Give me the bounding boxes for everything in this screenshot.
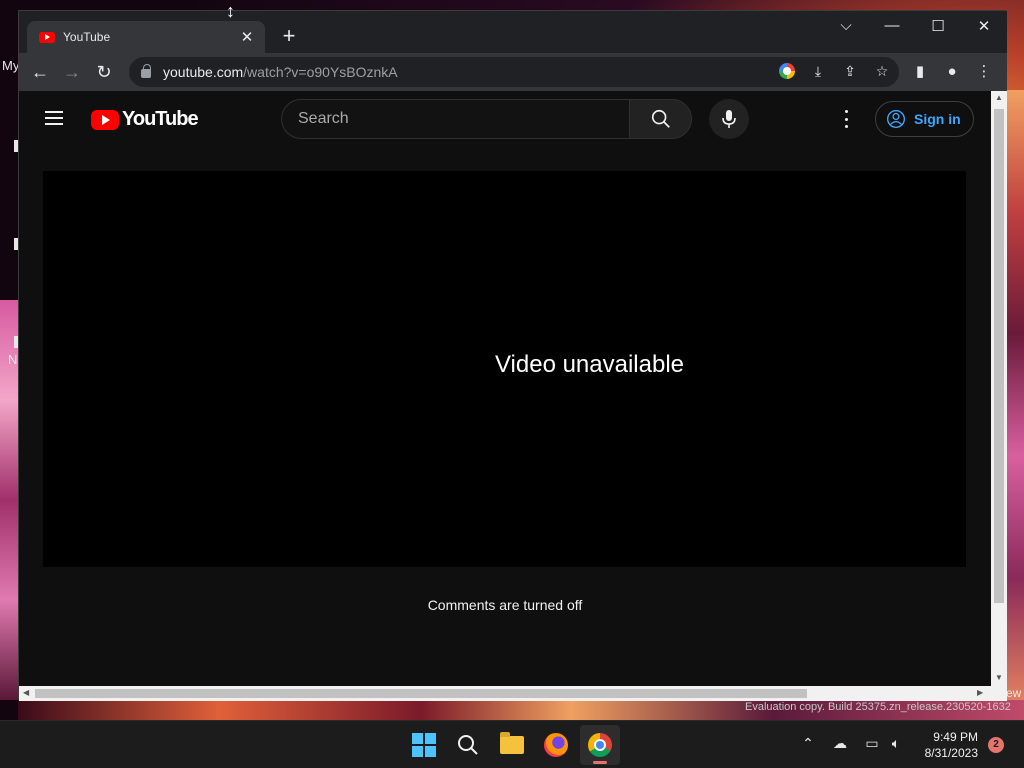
maximize-button[interactable]: ☐	[923, 17, 953, 35]
sign-in-label: Sign in	[914, 111, 961, 127]
new-tab-button[interactable]: +	[279, 25, 299, 47]
firefox-icon	[544, 733, 568, 757]
desktop-icon-label[interactable]: My	[2, 58, 19, 73]
resize-cursor-icon: ↕	[226, 1, 235, 21]
address-bar[interactable]: youtube.com/watch?v=o90YsBOznkA ⤓ ⇪ ☆	[129, 57, 899, 87]
network-icon[interactable]: ▭	[862, 735, 882, 752]
search-icon	[458, 735, 478, 755]
settings-more-icon[interactable]	[839, 109, 853, 129]
scroll-up-icon[interactable]: ▲	[995, 93, 1003, 102]
comments-status: Comments are turned off	[427, 597, 583, 613]
side-panel-icon[interactable]: ▮	[909, 61, 931, 83]
close-icon[interactable]: ✕	[239, 28, 255, 46]
clock-time: 9:49 PM	[933, 730, 978, 744]
youtube-page: YouTube Search Sign in Video unavailable…	[19, 91, 991, 686]
horizontal-scroll-thumb[interactable]	[35, 689, 807, 698]
firefox-button[interactable]	[536, 725, 576, 765]
scroll-left-icon[interactable]: ◀	[23, 688, 29, 697]
desktop-icon-label[interactable]: ew	[1006, 686, 1021, 700]
video-unavailable-message: Video unavailable	[494, 351, 685, 378]
vertical-scrollbar[interactable]: ▲ ▼	[991, 91, 1007, 686]
close-window-button[interactable]: ✕	[969, 17, 999, 35]
scrollbar-corner	[991, 686, 1007, 701]
onedrive-icon[interactable]: ☁	[830, 735, 850, 752]
horizontal-scrollbar[interactable]: ◀ ▶	[19, 686, 991, 701]
show-hidden-icons-chevron-icon[interactable]: ⌃	[798, 735, 818, 752]
chrome-button[interactable]	[580, 725, 620, 765]
volume-icon[interactable]: 🔈︎	[886, 735, 906, 752]
voice-search-button[interactable]	[709, 99, 749, 139]
browser-toolbar: ← → ↻ youtube.com/watch?v=o90YsBOznkA ⤓ …	[19, 53, 1007, 91]
youtube-header: YouTube Search Sign in	[19, 91, 991, 147]
notification-badge[interactable]: 2	[988, 737, 1004, 753]
back-button[interactable]: ←	[29, 61, 51, 83]
lock-icon[interactable]	[141, 64, 151, 78]
reload-button[interactable]: ↻	[93, 61, 115, 83]
tab-title: YouTube	[63, 30, 111, 44]
clock-date: 8/31/2023	[924, 746, 978, 760]
file-explorer-button[interactable]	[492, 725, 532, 765]
chrome-menu-icon[interactable]: ⋮	[973, 61, 995, 83]
taskbar: ⌃ ☁ ▭ 🔈︎ 9:49 PM 8/31/2023 2	[0, 720, 1024, 768]
forward-button[interactable]: →	[61, 61, 83, 83]
search-icon	[651, 109, 670, 128]
youtube-logo[interactable]: YouTube	[91, 108, 199, 131]
folder-icon	[500, 732, 524, 754]
url-path: /watch?v=o90YsBOznkA	[243, 64, 398, 80]
search-input[interactable]	[281, 99, 630, 139]
video-player[interactable]: Video unavailable	[43, 171, 966, 567]
tab-youtube[interactable]: YouTube ✕	[27, 21, 265, 53]
windows-logo-icon	[412, 733, 436, 757]
scroll-right-icon[interactable]: ▶	[977, 688, 983, 697]
bookmark-star-icon[interactable]: ☆	[873, 62, 891, 80]
taskbar-search-button[interactable]	[448, 725, 488, 765]
url-host: youtube.com	[163, 64, 244, 80]
share-icon[interactable]: ⇪	[841, 62, 859, 80]
omnibox-actions: ⤓ ⇪ ☆	[779, 62, 891, 80]
evaluation-watermark: Evaluation copy. Build 25375.zn_release.…	[745, 701, 1011, 713]
start-button[interactable]	[404, 725, 444, 765]
microphone-icon	[722, 110, 736, 128]
search-button[interactable]	[629, 99, 692, 139]
desktop-icon-label[interactable]: N	[8, 352, 17, 367]
scroll-down-icon[interactable]: ▼	[995, 673, 1003, 682]
youtube-logo-text: YouTube	[122, 108, 199, 130]
chrome-icon	[588, 733, 612, 757]
tab-strip: YouTube ✕ + ⌵ — ☐ ✕	[19, 11, 1007, 53]
install-app-icon[interactable]: ⤓	[809, 62, 827, 80]
youtube-play-icon	[91, 109, 119, 130]
vertical-scroll-thumb[interactable]	[994, 109, 1004, 603]
account-icon	[887, 110, 905, 128]
wallpaper-right	[1004, 90, 1024, 700]
google-lens-icon[interactable]	[779, 63, 795, 79]
youtube-favicon-icon	[39, 31, 55, 43]
sign-in-button[interactable]: Sign in	[875, 101, 974, 137]
minimize-button[interactable]: —	[877, 17, 907, 34]
profile-icon[interactable]: ●	[941, 61, 963, 83]
tab-search-chevron-icon[interactable]: ⌵	[831, 17, 861, 34]
hamburger-menu-icon[interactable]	[45, 111, 63, 125]
browser-window: YouTube ✕ + ⌵ — ☐ ✕ ← → ↻ youtube.com/wa…	[18, 10, 1007, 701]
clock[interactable]: 9:49 PM 8/31/2023	[918, 729, 978, 761]
